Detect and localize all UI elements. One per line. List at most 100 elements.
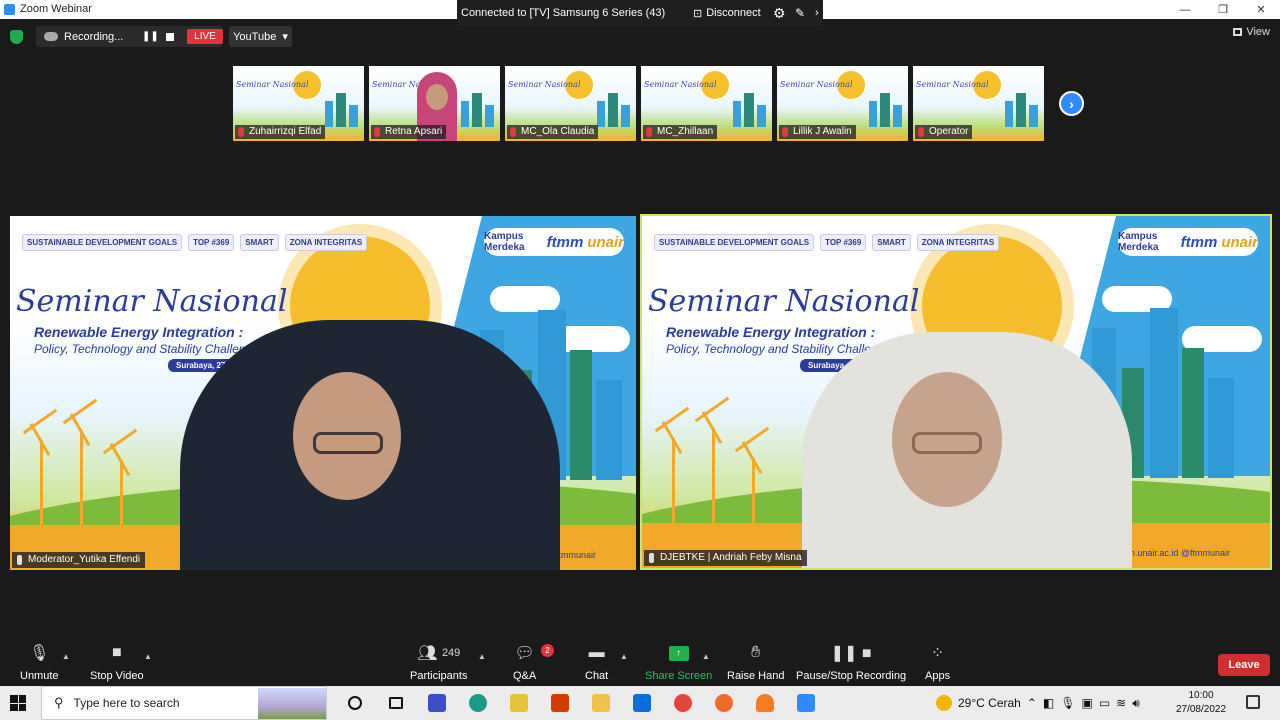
volume-icon[interactable]: 🔊︎ — [1132, 696, 1140, 711]
view-label: View — [1246, 26, 1270, 38]
qa-button[interactable]: 💬︎ 2 Q&A — [513, 640, 554, 682]
microphone-icon[interactable]: 🎙︎ — [1060, 696, 1075, 710]
video-tile-active-speaker[interactable]: SUSTAINABLE DEVELOPMENT GOALS TOP #369 S… — [640, 214, 1272, 570]
integritas-logo: ZONA INTEGRITAS — [284, 233, 368, 251]
top-logo: TOP #369 — [188, 233, 235, 251]
grid-view-icon — [1233, 28, 1243, 36]
tray-expand-icon[interactable]: ⌃ — [1027, 696, 1037, 710]
share-screen-icon: ↑ — [668, 645, 689, 661]
thumbnail-slide-title: Seminar Nasional — [780, 80, 853, 89]
unmute-button[interactable]: 🎙︎ Unmute — [20, 640, 59, 682]
sponsor-logos: SUSTAINABLE DEVELOPMENT GOALS TOP #369 S… — [654, 230, 1000, 254]
participant-thumbnail[interactable]: Seminar Nasional Operator — [913, 66, 1044, 141]
view-button[interactable]: View — [1233, 26, 1270, 38]
zoom-taskbar-icon[interactable] — [785, 686, 826, 720]
caret-down-icon: ▾ — [282, 31, 288, 43]
clock-date: 27/08/2022 — [1175, 704, 1227, 715]
participant-thumbnail[interactable]: Seminar Nasional MC_Zhillaan — [641, 66, 772, 141]
pause-stop-recording-button[interactable]: ❚❚ ■ Pause/Stop Recording — [796, 640, 906, 682]
recorder-app-icon[interactable] — [703, 686, 744, 720]
speaker-name-tag: Moderator_Yutika Effendi — [12, 552, 146, 568]
taskbar-clock[interactable]: 10:00 27/08/2022 — [1172, 689, 1230, 717]
thumbnail-slide-title: Seminar Nasional — [644, 80, 717, 89]
apps-button[interactable]: ⁘ Apps — [925, 640, 950, 682]
clock-time: 10:00 — [1188, 690, 1214, 701]
edge-browser-icon[interactable] — [457, 686, 498, 720]
webcam-icon[interactable]: ▣ — [1081, 696, 1092, 710]
mail-icon[interactable] — [621, 686, 662, 720]
windows-start-icon[interactable] — [10, 695, 26, 711]
screen-cast-bar: Connected to [TV] Samsung 6 Series (43) … — [457, 0, 823, 26]
notifications-icon[interactable] — [1246, 695, 1260, 709]
slide-title: Seminar Nasional — [648, 284, 920, 319]
close-button[interactable]: ✕ — [1242, 0, 1280, 19]
minimize-button[interactable]: — — [1166, 0, 1204, 19]
office-icon[interactable] — [539, 686, 580, 720]
disconnect-button[interactable]: ⊡ Disconnect — [693, 7, 761, 20]
restore-button[interactable]: ❐ — [1204, 0, 1242, 19]
audio-options-caret-icon[interactable]: ▲ — [62, 652, 70, 661]
pen-app-icon[interactable] — [416, 686, 457, 720]
kampus-merdeka-logo: Kampus Merdeka ftmm unair — [484, 228, 624, 256]
raise-hand-icon: ✋︎ — [751, 644, 761, 661]
slide-tagline: Policy, Technology and Stability Challen… — [34, 342, 259, 356]
thumbnail-slide-title: Seminar Nasional — [236, 80, 309, 89]
chevron-right-icon[interactable]: › — [815, 7, 819, 19]
chat-button[interactable]: ▬ Chat — [585, 640, 608, 682]
stop-recording-icon[interactable] — [166, 32, 174, 41]
kampus-merdeka-logo: Kampus Merdeka ftmm unair — [1118, 228, 1258, 256]
pin-icon[interactable]: ✎ — [795, 6, 805, 20]
speaker-video-moderator — [180, 320, 560, 570]
sticky-notes-icon[interactable] — [498, 686, 539, 720]
battery-icon[interactable]: ▭ — [1099, 696, 1110, 710]
participant-thumbnail[interactable]: Seminar Nasional Retna Apsari — [369, 66, 500, 141]
social-handle: ftmm.unair.ac.id @ftmmunair — [1114, 548, 1230, 558]
stream-dropdown[interactable]: YouTube ▾ — [229, 26, 292, 47]
participant-name: Operator — [915, 125, 973, 139]
security-shield-icon[interactable] — [10, 30, 23, 44]
search-icon: ⚲ — [54, 695, 64, 710]
participant-thumbnail[interactable]: Seminar Nasional MC_Ola Claudia — [505, 66, 636, 141]
file-explorer-icon[interactable] — [580, 686, 621, 720]
participant-thumbnail[interactable]: Seminar Nasional Lillik J Awalin — [777, 66, 908, 141]
pause-recording-icon[interactable]: ❚❚ — [142, 31, 159, 42]
chrome-icon[interactable] — [662, 686, 703, 720]
share-caret-icon[interactable]: ▲ — [702, 652, 710, 661]
video-tile-moderator[interactable]: SUSTAINABLE DEVELOPMENT GOALS TOP #369 S… — [10, 216, 636, 570]
chat-caret-icon[interactable]: ▲ — [620, 652, 628, 661]
leave-button[interactable]: Leave — [1218, 654, 1270, 676]
participants-caret-icon[interactable]: ▲ — [478, 652, 486, 661]
app-title: Zoom Webinar — [4, 3, 92, 15]
settings-gear-icon[interactable]: ⚙ — [773, 5, 786, 22]
next-page-chevron-icon[interactable]: › — [1059, 91, 1084, 116]
network-icon[interactable]: ◧ — [1043, 696, 1054, 710]
wifi-icon[interactable]: ≋ — [1116, 696, 1126, 710]
stream-label: YouTube — [233, 30, 277, 43]
cortana-icon[interactable] — [334, 686, 375, 720]
weather-text[interactable]: 29°C Cerah — [958, 696, 1021, 710]
raise-hand-button[interactable]: ✋︎ Raise Hand — [727, 640, 784, 682]
weather-icon[interactable] — [936, 695, 952, 711]
recording-label: Recording... — [64, 30, 124, 43]
participants-button[interactable]: 👥︎ 249 Participants — [410, 640, 467, 682]
search-placeholder: Type here to search — [73, 696, 180, 710]
stop-video-button[interactable]: ■ Stop Video — [90, 640, 144, 682]
integritas-logo: ZONA INTEGRITAS — [916, 233, 1000, 251]
glasses-graphic — [313, 432, 383, 454]
task-view-icon[interactable] — [375, 686, 416, 720]
speaker-video-active — [802, 332, 1132, 568]
participant-thumbnail[interactable]: Seminar Nasional Zuhairrizqi Elfad — [233, 66, 364, 141]
cloud-app-icon[interactable] — [744, 686, 785, 720]
live-badge[interactable]: LIVE — [187, 29, 223, 44]
taskbar-search-box[interactable]: ⚲ Type here to search — [41, 686, 327, 720]
video-options-caret-icon[interactable]: ▲ — [144, 652, 152, 661]
thumbnail-slide-title: Seminar Nasional — [916, 80, 989, 89]
sdg-logo: SUSTAINABLE DEVELOPMENT GOALS — [654, 233, 815, 251]
meeting-toolbar: 🎙︎ Unmute ▲ ■ Stop Video ▲ 👥︎ 249 Partic… — [0, 640, 1280, 686]
share-screen-button[interactable]: ↑ Share Screen — [645, 640, 712, 682]
apps-icon: ⁘ — [930, 645, 945, 662]
participant-name: Lillik J Awalin — [779, 125, 856, 139]
participant-thumbnail-strip: Seminar Nasional Zuhairrizqi Elfad Semin… — [233, 66, 1044, 141]
search-highlight-image — [258, 688, 326, 719]
connection-status: Connected to [TV] Samsung 6 Series (43) — [461, 7, 666, 19]
